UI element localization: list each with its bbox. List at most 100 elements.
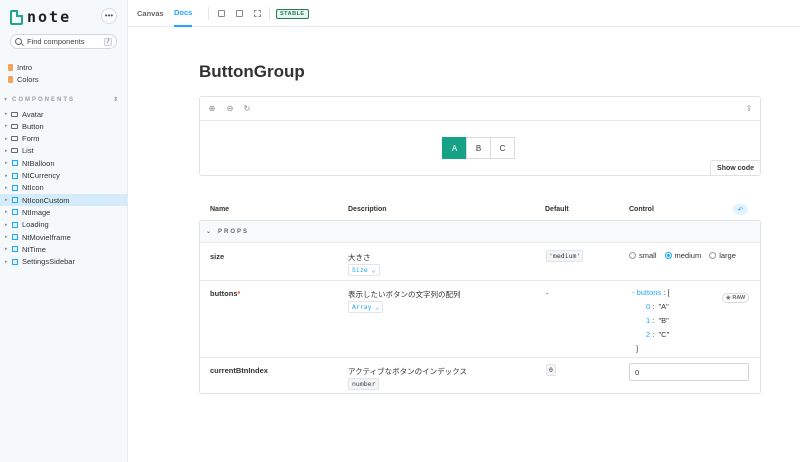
sidebar-item-label: Button xyxy=(22,121,44,131)
raw-toggle-button[interactable]: ◉ RAW xyxy=(722,293,750,303)
radio-label: small xyxy=(639,251,657,260)
sidebar-item-settingssidebar[interactable]: ▸ SettingsSidebar xyxy=(0,256,127,268)
sidebar-item-ntmovieiframe[interactable]: ▸ NtMovieIframe xyxy=(0,231,127,243)
radio-label: medium xyxy=(674,251,702,260)
components-section-header[interactable]: ▾ COMPONENTS ⇕ xyxy=(4,96,120,104)
chevron-down-icon: ⌄ xyxy=(375,303,380,311)
reset-zoom-icon[interactable]: ↻ xyxy=(243,105,251,113)
sidebar-item-label: NtIcon xyxy=(22,183,44,193)
outline-icon[interactable] xyxy=(254,10,261,17)
sidebar-item-nttime[interactable]: ▸ NtTime xyxy=(0,243,127,255)
props-section-toggle[interactable]: ⌄ PROPS xyxy=(200,221,760,243)
chevron-right-icon: ▸ xyxy=(5,172,8,179)
sidebar-item-label: Loading xyxy=(22,220,49,230)
args-table: ⌄ PROPS size 大きさ Size ⌄ 'medium' small m… xyxy=(199,220,761,394)
json-editor[interactable]: - buttons : [ 0 : "A" 1 : "B" 2 : "C" ] xyxy=(632,285,670,355)
radio-large[interactable]: large xyxy=(709,251,736,260)
group-button-b[interactable]: B xyxy=(466,137,491,159)
component-icon xyxy=(12,172,18,179)
radio-medium[interactable]: medium xyxy=(664,251,702,260)
radio-small[interactable]: small xyxy=(629,251,657,260)
prop-type[interactable]: Size ⌄ xyxy=(348,264,380,276)
sidebar-item-avatar[interactable]: ▸ Avatar xyxy=(0,108,127,120)
json-item[interactable]: 1 : "B" xyxy=(632,313,670,327)
prop-type: number xyxy=(348,378,380,390)
json-value: "B" xyxy=(658,315,669,325)
brand-name: note xyxy=(27,8,72,26)
folder-icon xyxy=(11,123,18,129)
more-options-button[interactable]: ••• xyxy=(101,8,117,24)
column-header-description: Description xyxy=(348,206,387,213)
number-input[interactable]: 0 xyxy=(629,363,749,381)
component-icon xyxy=(12,184,18,191)
sidebar-item-label: NtTime xyxy=(22,244,46,254)
json-key: buttons xyxy=(636,287,662,297)
page-title: ButtonGroup xyxy=(199,62,305,81)
json-index: 1 xyxy=(646,315,651,325)
sidebar-item-label: NtCurrency xyxy=(22,171,60,180)
radio-indicator xyxy=(709,252,717,259)
table-row-buttons: buttons* 表示したいボタンの文字列の配列 Array ⌄ - - but… xyxy=(200,281,760,358)
sidebar-item-loading[interactable]: ▸ Loading xyxy=(0,219,127,231)
search-input[interactable]: Find components / xyxy=(10,34,117,49)
zoom-out-icon[interactable]: ⊖ xyxy=(226,105,234,113)
sidebar: note ••• Find components / Intro Colors … xyxy=(0,0,128,462)
prop-default: 0 xyxy=(546,364,556,376)
sidebar-item-label: SettingsSidebar xyxy=(22,257,75,267)
toolbar-divider xyxy=(269,7,270,20)
group-button-a[interactable]: A xyxy=(442,137,467,159)
prop-description: 表示したいボタンの文字列の配列 xyxy=(348,290,461,299)
sidebar-item-list[interactable]: ▸ List xyxy=(0,145,127,157)
sidebar-item-form[interactable]: ▸ Form xyxy=(0,133,127,145)
chevron-right-icon: ▸ xyxy=(5,184,8,191)
sidebar-item-nticoncustom[interactable]: ▸ NtIconCustom xyxy=(0,194,127,207)
grid-icon[interactable] xyxy=(236,10,243,17)
show-code-button[interactable]: Show code xyxy=(710,160,760,175)
chevron-down-icon: ⌄ xyxy=(206,229,214,235)
sidebar-item-nticon[interactable]: ▸ NtIcon xyxy=(0,182,127,194)
undo-icon: ↶ xyxy=(737,206,744,214)
json-bracket: ] xyxy=(636,343,639,353)
sidebar-item-ntimage[interactable]: ▸ NtImage xyxy=(0,206,127,218)
folder-icon xyxy=(11,136,18,142)
radio-indicator xyxy=(664,252,672,259)
zoom-in-icon[interactable]: ⊕ xyxy=(208,105,216,113)
preview-canvas: ⊕ ⊖ ↻ ⇪ A B C Show code xyxy=(199,96,761,176)
sidebar-doc-label: Colors xyxy=(17,75,39,84)
share-icon[interactable]: ⇪ xyxy=(745,105,753,113)
sidebar-item-label: NtImage xyxy=(22,207,51,217)
expand-collapse-icon[interactable]: ⇕ xyxy=(113,96,120,103)
raw-label: RAW xyxy=(732,295,746,301)
prop-description: アクティブなボタンのインデックス xyxy=(348,367,467,376)
chevron-right-icon: ▸ xyxy=(5,209,8,216)
button-group-preview: A B C xyxy=(442,137,515,159)
component-icon xyxy=(12,160,18,167)
brand-logo[interactable]: note xyxy=(10,8,71,26)
chevron-right-icon: ▸ xyxy=(5,234,8,240)
sidebar-item-ntballoon[interactable]: ▸ NtBalloon xyxy=(0,157,127,169)
prop-type[interactable]: Array ⌄ xyxy=(348,301,384,313)
reset-controls-button[interactable]: ↶ xyxy=(733,204,748,215)
sidebar-item-label: Form xyxy=(22,134,40,144)
json-item[interactable]: 2 : "C" xyxy=(632,327,670,341)
folder-icon xyxy=(11,111,18,117)
sidebar-item-button[interactable]: ▸ Button xyxy=(0,120,127,132)
sidebar-doc-colors[interactable]: Colors xyxy=(8,75,39,84)
json-index: 2 xyxy=(646,329,651,339)
args-table-header: Name Description Default Control ↶ xyxy=(199,203,761,219)
document-icon xyxy=(8,64,13,71)
column-header-control: Control xyxy=(629,206,654,213)
default-value: 0 xyxy=(546,364,556,376)
tab-canvas[interactable]: Canvas xyxy=(137,0,164,27)
sidebar-item-ntcurrency[interactable]: ▸ NtCurrency xyxy=(0,170,127,182)
sidebar-doc-intro[interactable]: Intro xyxy=(8,63,32,72)
image-icon[interactable] xyxy=(218,10,225,17)
json-value: "C" xyxy=(658,329,670,339)
prop-default: - xyxy=(546,289,549,298)
group-button-c[interactable]: C xyxy=(490,137,515,159)
sidebar-item-label: NtIconCustom xyxy=(22,195,70,205)
json-item[interactable]: 0 : "A" xyxy=(632,299,670,313)
tab-docs[interactable]: Docs xyxy=(174,0,193,27)
json-value: "A" xyxy=(658,301,669,311)
component-icon xyxy=(12,197,18,204)
